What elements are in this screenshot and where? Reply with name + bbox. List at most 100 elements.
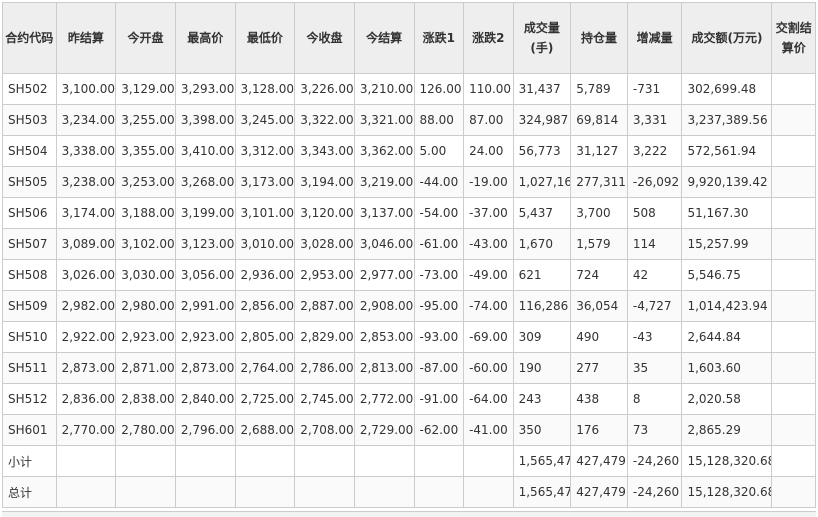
table-cell: 2,813.00 — [353, 352, 415, 384]
table-cell: 1,027,169 — [512, 166, 572, 198]
table-cell: -54.00 — [413, 197, 465, 229]
table-cell: 3,089.00 — [55, 228, 117, 260]
table-cell — [771, 445, 816, 477]
table-cell — [115, 476, 176, 508]
table-cell: 2,936.00 — [234, 259, 296, 291]
table-cell: 2,873.00 — [55, 352, 117, 384]
table-cell: 5.00 — [413, 135, 465, 167]
table-cell: 2,887.00 — [294, 290, 355, 322]
table-cell: 3,056.00 — [174, 259, 236, 291]
col-header-high: 最高价 — [174, 2, 236, 74]
table-cell: -24,260 — [626, 476, 683, 508]
row-label-cell: SH510 — [2, 321, 57, 353]
table-cell: 3,293.00 — [174, 73, 236, 105]
table-cell: 3,100.00 — [55, 73, 117, 105]
row-label-cell: SH503 — [2, 104, 57, 136]
table-cell: 8 — [626, 383, 683, 415]
table-cell: 5,437 — [512, 197, 572, 229]
table-cell — [771, 352, 816, 384]
table-cell: 3,026.00 — [55, 259, 117, 291]
row-label-cell: SH502 — [2, 73, 57, 105]
table-cell — [353, 476, 415, 508]
table-cell: 2,829.00 — [294, 321, 355, 353]
table-cell: 3,338.00 — [55, 135, 117, 167]
table-cell: 2,805.00 — [234, 321, 296, 353]
table-cell: 3,410.00 — [174, 135, 236, 167]
table-cell: 176 — [570, 414, 628, 446]
table-cell: 3,030.00 — [115, 259, 176, 291]
table-cell: 15,257.99 — [681, 228, 773, 260]
table-cell: 3,174.00 — [55, 197, 117, 229]
table-cell: -24,260 — [626, 445, 683, 477]
col-header-turnover: 成交额(万元) — [681, 2, 773, 74]
table-cell — [771, 383, 816, 415]
table-header-row: 合约代码 昨结算 今开盘 最高价 最低价 今收盘 今结算 涨跌1 涨跌2 成交量… — [2, 2, 816, 74]
table-cell: 2,856.00 — [234, 290, 296, 322]
table-cell: 277 — [570, 352, 628, 384]
table-cell: 324,987 — [512, 104, 572, 136]
table-cell: 309 — [512, 321, 572, 353]
table-cell — [413, 476, 465, 508]
table-cell: -43.00 — [463, 228, 514, 260]
table-cell: 3,046.00 — [353, 228, 415, 260]
table-cell — [115, 445, 176, 477]
table-cell: 3,253.00 — [115, 166, 176, 198]
table-cell: 2,923.00 — [174, 321, 236, 353]
table-bottom-strip — [2, 511, 816, 517]
table-cell: 3,222 — [626, 135, 683, 167]
table-cell: 3,331 — [626, 104, 683, 136]
table-row: SH512 2,836.00 2,838.00 2,840.00 2,725.00 2,7… — [2, 383, 816, 415]
table-cell: 3,173.00 — [234, 166, 296, 198]
table-row: SH502 3,100.00 3,129.00 3,293.00 3,128.00 3,2… — [2, 73, 816, 105]
table-cell: 2,991.00 — [174, 290, 236, 322]
table-row: 小计 1,565,472427,479-24,26015,128,320.68 — [2, 445, 816, 477]
table-cell: 1,565,472 — [512, 476, 572, 508]
table-cell: -19.00 — [463, 166, 514, 198]
table-row: SH511 2,873.00 2,871.00 2,873.00 2,764.00 2,7… — [2, 352, 816, 384]
table-cell: 3,188.00 — [115, 197, 176, 229]
table-cell: -41.00 — [463, 414, 514, 446]
table-cell: 87.00 — [463, 104, 514, 136]
table-cell: 302,699.48 — [681, 73, 773, 105]
table-cell: 126.00 — [413, 73, 465, 105]
table-cell: 490 — [570, 321, 628, 353]
table-cell: 724 — [570, 259, 628, 291]
table-cell: 3,137.00 — [353, 197, 415, 229]
table-cell: 114 — [626, 228, 683, 260]
table-cell: 2,772.00 — [353, 383, 415, 415]
table-cell: 190 — [512, 352, 572, 384]
table-cell: 2,838.00 — [115, 383, 176, 415]
table-cell: 15,128,320.68 — [681, 476, 773, 508]
table-cell: -4,727 — [626, 290, 683, 322]
row-label-cell: SH511 — [2, 352, 57, 384]
futures-quote-table: 合约代码 昨结算 今开盘 最高价 最低价 今收盘 今结算 涨跌1 涨跌2 成交量… — [2, 2, 816, 508]
col-header-change2: 涨跌2 — [463, 2, 514, 74]
table-cell: 427,479 — [570, 476, 628, 508]
table-cell: 2,020.58 — [681, 383, 773, 415]
table-cell: 1,565,472 — [512, 445, 572, 477]
table-cell: 5,546.75 — [681, 259, 773, 291]
table-cell: 2,871.00 — [115, 352, 176, 384]
table-cell: 1,014,423.94 — [681, 290, 773, 322]
table-cell: 24.00 — [463, 135, 514, 167]
col-header-open: 今开盘 — [115, 2, 176, 74]
table-cell — [771, 135, 816, 167]
table-cell: 427,479 — [570, 445, 628, 477]
table-cell: 3,268.00 — [174, 166, 236, 198]
table-cell: -74.00 — [463, 290, 514, 322]
table-body: SH502 3,100.00 3,129.00 3,293.00 3,128.00 3,2… — [2, 73, 816, 508]
table-cell: 2,780.00 — [115, 414, 176, 446]
table-cell: 73 — [626, 414, 683, 446]
table-cell: 116,286 — [512, 290, 572, 322]
row-label-cell: 小计 — [2, 445, 57, 477]
table-cell — [771, 197, 816, 229]
table-cell — [463, 445, 514, 477]
table-cell: 2,908.00 — [353, 290, 415, 322]
table-cell: 15,128,320.68 — [681, 445, 773, 477]
col-header-open-interest: 持仓量 — [570, 2, 628, 74]
row-label-cell: SH504 — [2, 135, 57, 167]
table-cell: 3,226.00 — [294, 73, 355, 105]
col-header-oi-change: 增减量 — [626, 2, 683, 74]
table-cell: 3,129.00 — [115, 73, 176, 105]
table-cell: 243 — [512, 383, 572, 415]
